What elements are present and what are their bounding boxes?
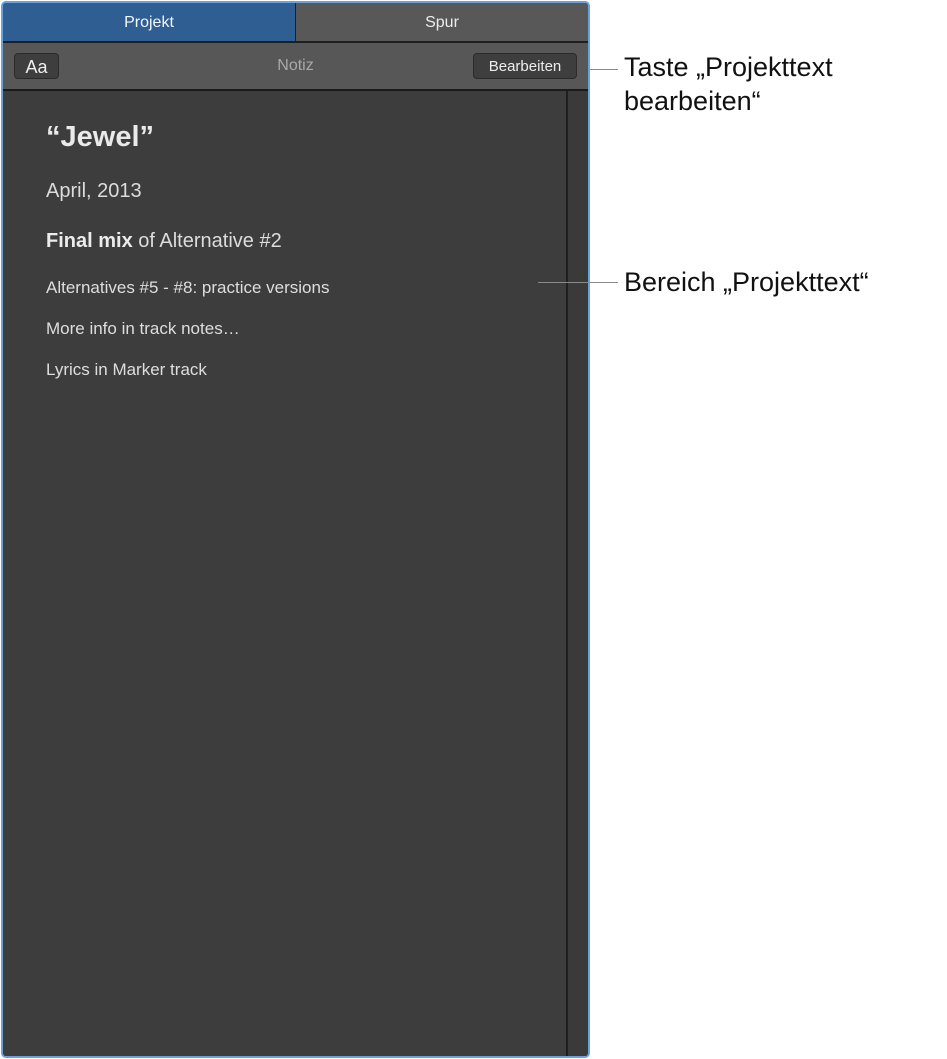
edit-button-callout-label-2: bearbeiten“ [624, 86, 761, 116]
tab-track[interactable]: Spur [296, 3, 588, 41]
note-more-info: More info in track notes… [46, 319, 240, 338]
font-button[interactable]: Aa [14, 53, 59, 79]
edit-project-text-button[interactable]: Bearbeiten [473, 53, 577, 79]
toolbar-title: Notiz [277, 57, 314, 74]
edit-button-callout-line [590, 69, 618, 70]
note-lyrics: Lyrics in Marker track [46, 360, 207, 379]
note-mix-bold: Final mix [46, 230, 133, 252]
note-mix-line: Final mix of Alternative #2 [46, 230, 282, 253]
note-alternatives: Alternatives #5 - #8: practice versions [46, 278, 330, 297]
screenshot-stage: Projekt Spur Aa Notiz Bearbeiten “Jewel”… [0, 0, 947, 1059]
note-mix-rest: of Alternative #2 [132, 230, 282, 252]
note-title: “Jewel” [46, 121, 154, 153]
notes-toolbar: Aa Notiz Bearbeiten [3, 43, 588, 91]
text-area-callout-line [538, 282, 618, 283]
tab-project[interactable]: Projekt [3, 3, 296, 41]
scrollbar-track[interactable] [568, 91, 588, 1056]
notes-tab-bar: Projekt Spur [3, 3, 588, 43]
notes-panel: Projekt Spur Aa Notiz Bearbeiten “Jewel”… [1, 1, 590, 1058]
text-area-callout-label: Bereich „Projekttext“ [624, 267, 869, 297]
edit-button-callout-label-1: Taste „Projekttext [624, 52, 833, 82]
note-date: April, 2013 [46, 180, 142, 202]
project-text-area[interactable]: “Jewel” April, 2013 Final mix of Alterna… [3, 91, 566, 1056]
